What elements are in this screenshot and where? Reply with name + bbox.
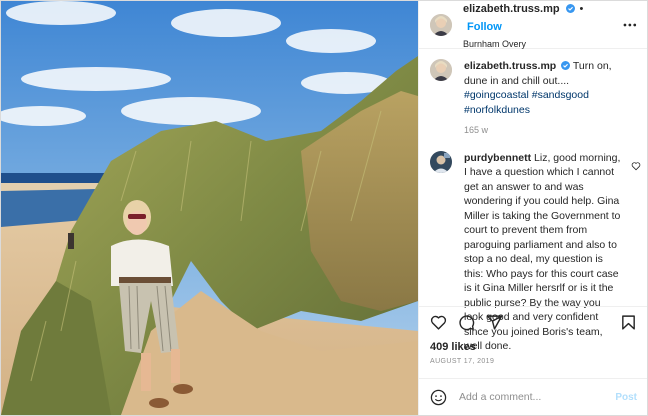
- emoji-icon[interactable]: [430, 389, 447, 406]
- verified-badge-icon: [561, 61, 571, 70]
- hashtag-link[interactable]: #sandsgood: [532, 89, 589, 101]
- caption-item: elizabeth.truss.mp Turn on, dune in and …: [430, 59, 637, 138]
- post-photo[interactable]: [1, 1, 418, 415]
- post-date[interactable]: AUGUST 17, 2019: [430, 358, 494, 365]
- add-comment-bar: Post: [419, 378, 647, 415]
- post-header: elizabeth.truss.mp • Follow Burnham Over…: [419, 1, 647, 49]
- action-bar: [419, 306, 647, 336]
- instagram-post: elizabeth.truss.mp • Follow Burnham Over…: [0, 0, 648, 416]
- dunes-photo: [1, 1, 418, 415]
- comment-avatar[interactable]: [430, 150, 452, 173]
- heart-icon[interactable]: [430, 314, 447, 331]
- hashtag-link[interactable]: #norfolkdunes: [464, 104, 530, 116]
- caption-body: elizabeth.truss.mp Turn on, dune in and …: [464, 59, 622, 138]
- caption-avatar[interactable]: [430, 59, 452, 81]
- follow-button[interactable]: Follow: [467, 21, 502, 33]
- caption-username[interactable]: elizabeth.truss.mp: [464, 60, 556, 72]
- heart-icon[interactable]: [631, 161, 641, 171]
- comment-input[interactable]: [457, 390, 616, 404]
- header-text: elizabeth.truss.mp • Follow Burnham Over…: [463, 0, 623, 50]
- more-options-icon[interactable]: [623, 18, 637, 32]
- bookmark-icon[interactable]: [620, 314, 637, 331]
- comment-username[interactable]: purdybennett: [464, 152, 531, 164]
- avatar[interactable]: [430, 13, 452, 36]
- hashtag-link[interactable]: #goingcoastal: [464, 89, 529, 101]
- likes-count[interactable]: 409 likes: [430, 341, 476, 353]
- location-link[interactable]: Burnham Overy: [463, 38, 623, 50]
- caption-timestamp[interactable]: 165 w: [464, 123, 622, 138]
- header-username[interactable]: elizabeth.truss.mp: [463, 3, 560, 15]
- comment-icon[interactable]: [458, 314, 475, 331]
- separator-dot: •: [579, 3, 584, 15]
- post-sidebar: elizabeth.truss.mp • Follow Burnham Over…: [418, 1, 647, 415]
- verified-badge-icon: [566, 4, 576, 13]
- post-button[interactable]: Post: [615, 392, 637, 403]
- share-icon[interactable]: [486, 314, 503, 331]
